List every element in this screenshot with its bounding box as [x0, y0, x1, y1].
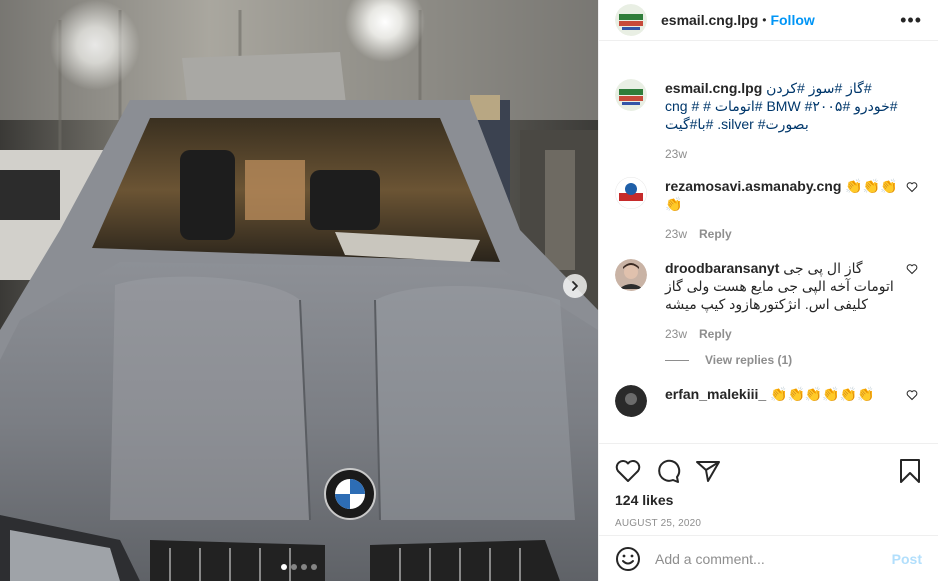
post-date[interactable]: AUGUST 25, 2020 — [599, 518, 938, 529]
commenter-avatar[interactable] — [615, 177, 647, 209]
carousel-dot — [311, 564, 317, 570]
caption: esmail.cng.lpg #گاز #سوز #کردن #خودرو #B… — [615, 79, 922, 161]
author-avatar[interactable] — [615, 4, 647, 36]
like-button[interactable] — [615, 459, 641, 483]
comment-time[interactable]: 23w — [665, 227, 687, 241]
chevron-right-icon — [572, 281, 578, 291]
save-button[interactable] — [898, 458, 922, 484]
post-header: esmail.cng.lpg • Follow ••• — [599, 0, 938, 41]
add-comment-bar: Post — [599, 535, 938, 581]
header-separator: • — [762, 13, 767, 27]
comment-item: droodbaransanyt گاز ال پی جی اتومات آخه … — [615, 259, 922, 341]
commenter-avatar[interactable] — [615, 385, 647, 417]
paper-plane-icon — [696, 461, 720, 482]
view-replies-label: View replies (1) — [705, 353, 793, 367]
carousel-dot — [291, 564, 297, 570]
comment-username[interactable]: erfan_malekiii_ — [665, 386, 766, 402]
comment-item: erfan_malekiii_ 👏👏👏👏👏👏 — [615, 385, 922, 417]
caption-username[interactable]: esmail.cng.lpg — [665, 80, 762, 96]
follow-button[interactable]: Follow — [770, 12, 814, 28]
more-options-icon[interactable]: ••• — [900, 11, 922, 29]
next-slide-button[interactable] — [563, 274, 587, 298]
carousel-dot — [281, 564, 287, 570]
carousel-dots — [0, 564, 598, 570]
comment-time[interactable]: 23w — [665, 327, 687, 341]
comment-item: rezamosavi.asmanaby.cng 👏👏👏👏 23w Reply — [615, 177, 922, 241]
car-photo — [0, 0, 598, 581]
view-replies-button[interactable]: View replies (1) — [665, 353, 922, 367]
comment-button[interactable] — [655, 458, 681, 484]
caption-time[interactable]: 23w — [665, 147, 687, 161]
comment-bubble-icon — [658, 459, 681, 483]
reply-button[interactable]: Reply — [699, 227, 732, 241]
commenter-avatar[interactable] — [615, 259, 647, 291]
comment-username[interactable]: droodbaransanyt — [665, 260, 779, 276]
author-username[interactable]: esmail.cng.lpg — [661, 12, 758, 28]
post-side-panel: esmail.cng.lpg • Follow ••• esmail.cng.l… — [598, 0, 938, 581]
post-comment-button[interactable]: Post — [892, 551, 922, 567]
bookmark-icon — [900, 459, 920, 483]
likes-count[interactable]: 124 likes — [599, 492, 938, 508]
reply-button[interactable]: Reply — [699, 327, 732, 341]
author-avatar[interactable] — [615, 79, 647, 111]
comments-list[interactable]: esmail.cng.lpg #گاز #سوز #کردن #خودرو #B… — [599, 41, 938, 443]
like-comment-heart-icon[interactable] — [906, 263, 918, 275]
heart-icon — [615, 460, 641, 482]
bmw-logo — [324, 468, 376, 520]
like-comment-heart-icon[interactable] — [906, 181, 918, 193]
smiley-icon — [616, 546, 640, 571]
instagram-post: esmail.cng.lpg • Follow ••• esmail.cng.l… — [0, 0, 938, 581]
add-comment-input[interactable] — [655, 550, 892, 567]
comment-username[interactable]: rezamosavi.asmanaby.cng — [665, 178, 841, 194]
emoji-button[interactable] — [615, 546, 641, 572]
comment-text: 👏👏👏👏👏👏 — [770, 386, 875, 402]
carousel-dot — [301, 564, 307, 570]
post-actions: 124 likes AUGUST 25, 2020 Post — [599, 443, 938, 581]
post-photo[interactable] — [0, 0, 598, 581]
like-comment-heart-icon[interactable] — [906, 389, 918, 401]
action-icons — [599, 444, 938, 490]
share-button[interactable] — [695, 459, 721, 483]
view-replies-line — [665, 359, 689, 361]
